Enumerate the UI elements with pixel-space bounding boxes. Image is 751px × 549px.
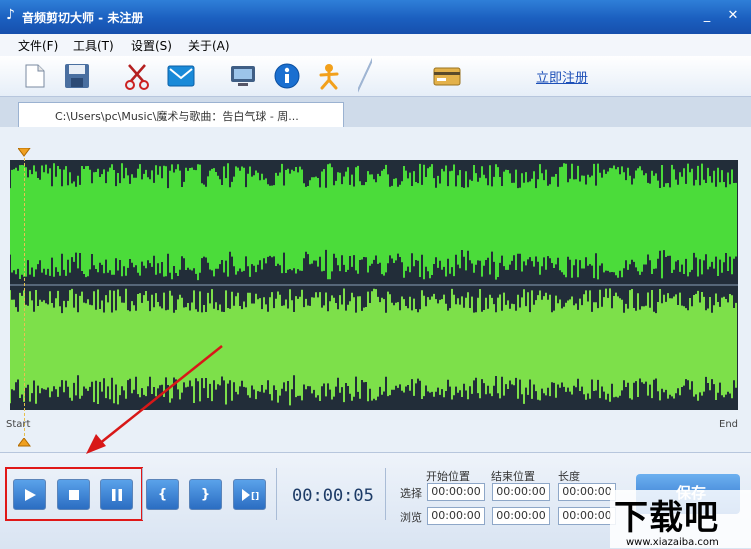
length-header: 长度 <box>558 470 580 483</box>
info-icon[interactable] <box>272 61 302 91</box>
select-row-label: 选择 <box>400 487 422 500</box>
menu-file[interactable]: 文件(F) <box>18 37 58 54</box>
start-marker-top[interactable] <box>18 148 32 158</box>
scissors-icon[interactable] <box>122 61 152 91</box>
watermark-url: www.xiazaiba.com <box>626 537 719 548</box>
title-bar: ♪ 音频剪切大师 - 未注册 _ ✕ <box>0 0 751 34</box>
mark-end-button[interactable]: } <box>189 479 222 510</box>
menu-about[interactable]: 关于(A) <box>188 37 230 54</box>
annotation-arrow <box>86 345 223 454</box>
browse-row-label: 浏览 <box>400 511 422 524</box>
watermark: 下载吧 www.xiazaiba.com <box>610 490 751 548</box>
svg-text:[]: [] <box>251 492 259 502</box>
watermark-brand: 下载吧 <box>614 498 719 538</box>
playhead-line <box>24 158 26 446</box>
end-label: End <box>719 419 739 430</box>
mark-start-button[interactable]: { <box>146 479 179 510</box>
time-display: 00:00:05 <box>292 486 374 506</box>
start-position-header: 开始位置 <box>426 470 470 483</box>
music-note-icon: ♪ <box>6 7 15 23</box>
user-icon[interactable] <box>314 61 344 91</box>
toolbar-separator <box>358 56 372 96</box>
file-tab-label: C:\Users\pc\Music\魔术与歌曲：告白气球 - 周... <box>55 110 299 123</box>
credit-card-icon[interactable] <box>432 61 462 91</box>
start-marker-bottom[interactable] <box>18 438 32 448</box>
menu-tools[interactable]: 工具(T) <box>73 37 114 54</box>
waveform-channel-left <box>9 163 737 281</box>
divider <box>385 468 386 520</box>
end-position-header: 结束位置 <box>491 470 535 483</box>
new-file-icon[interactable] <box>20 61 50 91</box>
menu-settings[interactable]: 设置(S) <box>131 37 172 54</box>
select-length-field[interactable]: 00:00:00 <box>558 483 616 501</box>
file-tab[interactable]: C:\Users\pc\Music\魔术与歌曲：告白气球 - 周... <box>18 102 344 128</box>
register-link[interactable]: 立即注册 <box>536 67 588 86</box>
mark-start-icon: { <box>157 487 168 502</box>
highlight-box <box>5 467 143 521</box>
minimize-button[interactable]: _ <box>698 8 716 23</box>
select-start-field[interactable]: 00:00:00 <box>427 483 485 501</box>
monitor-icon[interactable] <box>228 61 258 91</box>
browse-length-field[interactable]: 00:00:00 <box>558 507 616 525</box>
toolbar <box>0 56 751 97</box>
browse-start-field[interactable]: 00:00:00 <box>427 507 485 525</box>
window-title: 音频剪切大师 - 未注册 <box>22 11 144 25</box>
select-end-field[interactable]: 00:00:00 <box>492 483 550 501</box>
browse-end-field[interactable]: 00:00:00 <box>492 507 550 525</box>
divider <box>142 468 143 520</box>
play-selection-button[interactable]: [] <box>233 479 266 510</box>
divider <box>276 468 277 520</box>
close-button[interactable]: ✕ <box>724 8 742 23</box>
save-icon[interactable] <box>62 61 92 91</box>
start-label: Start <box>6 419 31 430</box>
play-selection-icon: [] <box>241 488 259 502</box>
menu-bar: 文件(F) 工具(T) 设置(S) 关于(A) <box>0 34 751 56</box>
mark-end-icon: } <box>200 487 211 502</box>
mail-icon[interactable] <box>166 61 196 91</box>
